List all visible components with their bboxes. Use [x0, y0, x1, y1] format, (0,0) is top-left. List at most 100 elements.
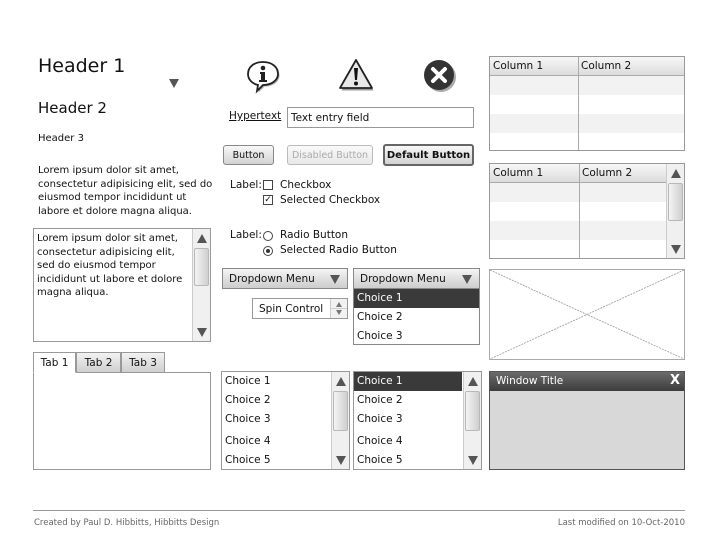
info-icon [245, 58, 281, 94]
column-header-2[interactable]: Column 2 [579, 164, 635, 183]
table-row[interactable] [490, 114, 684, 133]
window-titlebar[interactable]: Window Title X [490, 372, 684, 391]
list-item[interactable]: Choice 4 [354, 432, 462, 451]
body-paragraph: Lorem ipsum dolor sit amet, consectetur … [38, 165, 213, 217]
list-item[interactable]: Choice 5 [354, 451, 462, 470]
image-placeholder [489, 269, 685, 360]
dropdown-option[interactable]: Choice 2 [354, 308, 479, 327]
scroll-up-button[interactable] [667, 164, 684, 182]
scroll-down-button[interactable] [193, 323, 210, 341]
scroll-up-button[interactable] [332, 372, 349, 390]
scroll-thumb[interactable] [333, 391, 348, 431]
text-entry-field[interactable]: Text entry field [287, 107, 474, 128]
dropdown-option[interactable]: Choice 1 [354, 289, 479, 308]
radio-button-unselected[interactable] [263, 231, 273, 241]
tab-3[interactable]: Tab 3 [121, 352, 165, 373]
selected-radio-button-label: Selected Radio Button [280, 244, 397, 256]
arrow-up-icon [196, 233, 207, 243]
arrow-up-icon [467, 376, 478, 386]
window-title: Window Title [496, 375, 564, 387]
tab-panel [33, 372, 211, 470]
table-header: Column 1 Column 2 [490, 57, 684, 76]
default-button[interactable]: Default Button [383, 144, 474, 166]
header-3: Header 3 [38, 133, 84, 144]
tab-2[interactable]: Tab 2 [76, 352, 121, 373]
close-icon[interactable]: X [670, 373, 680, 388]
scroll-up-button[interactable] [193, 229, 210, 247]
arrow-down-icon [467, 455, 478, 465]
scroll-thumb[interactable] [668, 183, 683, 221]
error-icon [422, 58, 458, 94]
scroll-thumb[interactable] [465, 391, 480, 431]
listbox-2-scrollbar[interactable] [463, 372, 481, 469]
dropdown-value: Dropdown Menu [229, 273, 315, 285]
arrow-down-icon [196, 327, 207, 337]
checkbox-unchecked[interactable] [263, 180, 273, 190]
collapse-arrow-icon[interactable] [169, 79, 179, 88]
footer-divider [33, 510, 685, 511]
list-item[interactable]: Choice 2 [354, 391, 462, 410]
footer-modified-date: Last modified on 10-Oct-2010 [557, 518, 685, 528]
spin-divider [331, 308, 347, 309]
listbox-2[interactable]: Choice 1 Choice 2 Choice 3 Choice 4 Choi… [353, 371, 482, 470]
dropdown-option[interactable]: Choice 3 [354, 327, 479, 346]
listbox-1[interactable]: Choice 1 Choice 2 Choice 3 Choice 4 Choi… [221, 371, 350, 470]
scroll-down-button[interactable] [464, 451, 481, 469]
footer-credit: Created by Paul D. Hibbitts, Hibbitts De… [34, 518, 220, 528]
scroll-down-button[interactable] [667, 240, 684, 258]
column-divider [578, 57, 579, 150]
list-item[interactable]: Choice 3 [354, 410, 462, 429]
disabled-button: Disabled Button [287, 145, 373, 165]
table-2-scrollbar[interactable] [666, 164, 684, 258]
arrow-up-icon [670, 168, 681, 178]
scrolling-text-area[interactable]: Lorem ipsum dolor sit amet, consectetur … [33, 228, 211, 342]
column-header-1[interactable]: Column 1 [490, 164, 546, 183]
column-header-2[interactable]: Column 2 [578, 57, 634, 76]
list-item[interactable]: Choice 5 [222, 451, 330, 470]
dropdown-value: Dropdown Menu [360, 273, 446, 285]
list-item[interactable]: Choice 1 [354, 372, 462, 391]
hypertext-link[interactable]: Hypertext [229, 110, 281, 122]
scroll-thumb[interactable] [194, 248, 209, 286]
chevron-down-icon [462, 275, 472, 284]
listbox-1-scrollbar[interactable] [331, 372, 349, 469]
selected-checkbox-label: Selected Checkbox [280, 194, 381, 206]
dropdown-menu-closed[interactable]: Dropdown Menu [222, 268, 348, 289]
placeholder-cross-icon [490, 270, 684, 359]
column-header-1[interactable]: Column 1 [490, 57, 546, 76]
spin-control-value: Spin Control [259, 303, 324, 315]
checkbox-label: Checkbox [280, 179, 332, 191]
spin-buttons[interactable] [330, 299, 347, 318]
radio-group-label: Label: [230, 229, 262, 241]
chevron-down-icon [330, 275, 340, 284]
checkbox-group-label: Label: [230, 179, 262, 191]
dropdown-menu-open[interactable]: Dropdown Menu [353, 268, 480, 289]
column-divider [579, 164, 580, 258]
spin-control[interactable]: Spin Control [252, 298, 348, 319]
data-table-1: Column 1 Column 2 [489, 56, 685, 151]
arrow-down-icon [335, 455, 346, 465]
header-1: Header 1 [38, 55, 126, 77]
scroll-down-button[interactable] [332, 451, 349, 469]
list-item[interactable]: Choice 3 [222, 410, 330, 429]
table-row[interactable] [490, 133, 684, 150]
list-item[interactable]: Choice 1 [222, 372, 330, 391]
text-area-content: Lorem ipsum dolor sit amet, consectetur … [37, 233, 183, 298]
table-row[interactable] [490, 76, 684, 95]
tab-1[interactable]: Tab 1 [33, 352, 76, 373]
table-row[interactable] [490, 95, 684, 114]
list-item[interactable]: Choice 2 [222, 391, 330, 410]
button[interactable]: Button [223, 145, 274, 165]
checkbox-checked[interactable]: ✓ [263, 195, 273, 205]
spin-up-icon[interactable] [336, 302, 342, 307]
dialog-window: Window Title X [489, 371, 685, 470]
checkmark-icon: ✓ [264, 195, 272, 205]
scroll-up-button[interactable] [464, 372, 481, 390]
radio-dot-icon [266, 249, 270, 253]
arrow-down-icon [670, 244, 681, 254]
spin-down-icon[interactable] [336, 310, 342, 315]
text-area-scrollbar[interactable] [192, 229, 210, 341]
dropdown-options-list: Choice 1 Choice 2 Choice 3 [353, 288, 480, 345]
radio-button-selected[interactable] [263, 246, 273, 256]
list-item[interactable]: Choice 4 [222, 432, 330, 451]
